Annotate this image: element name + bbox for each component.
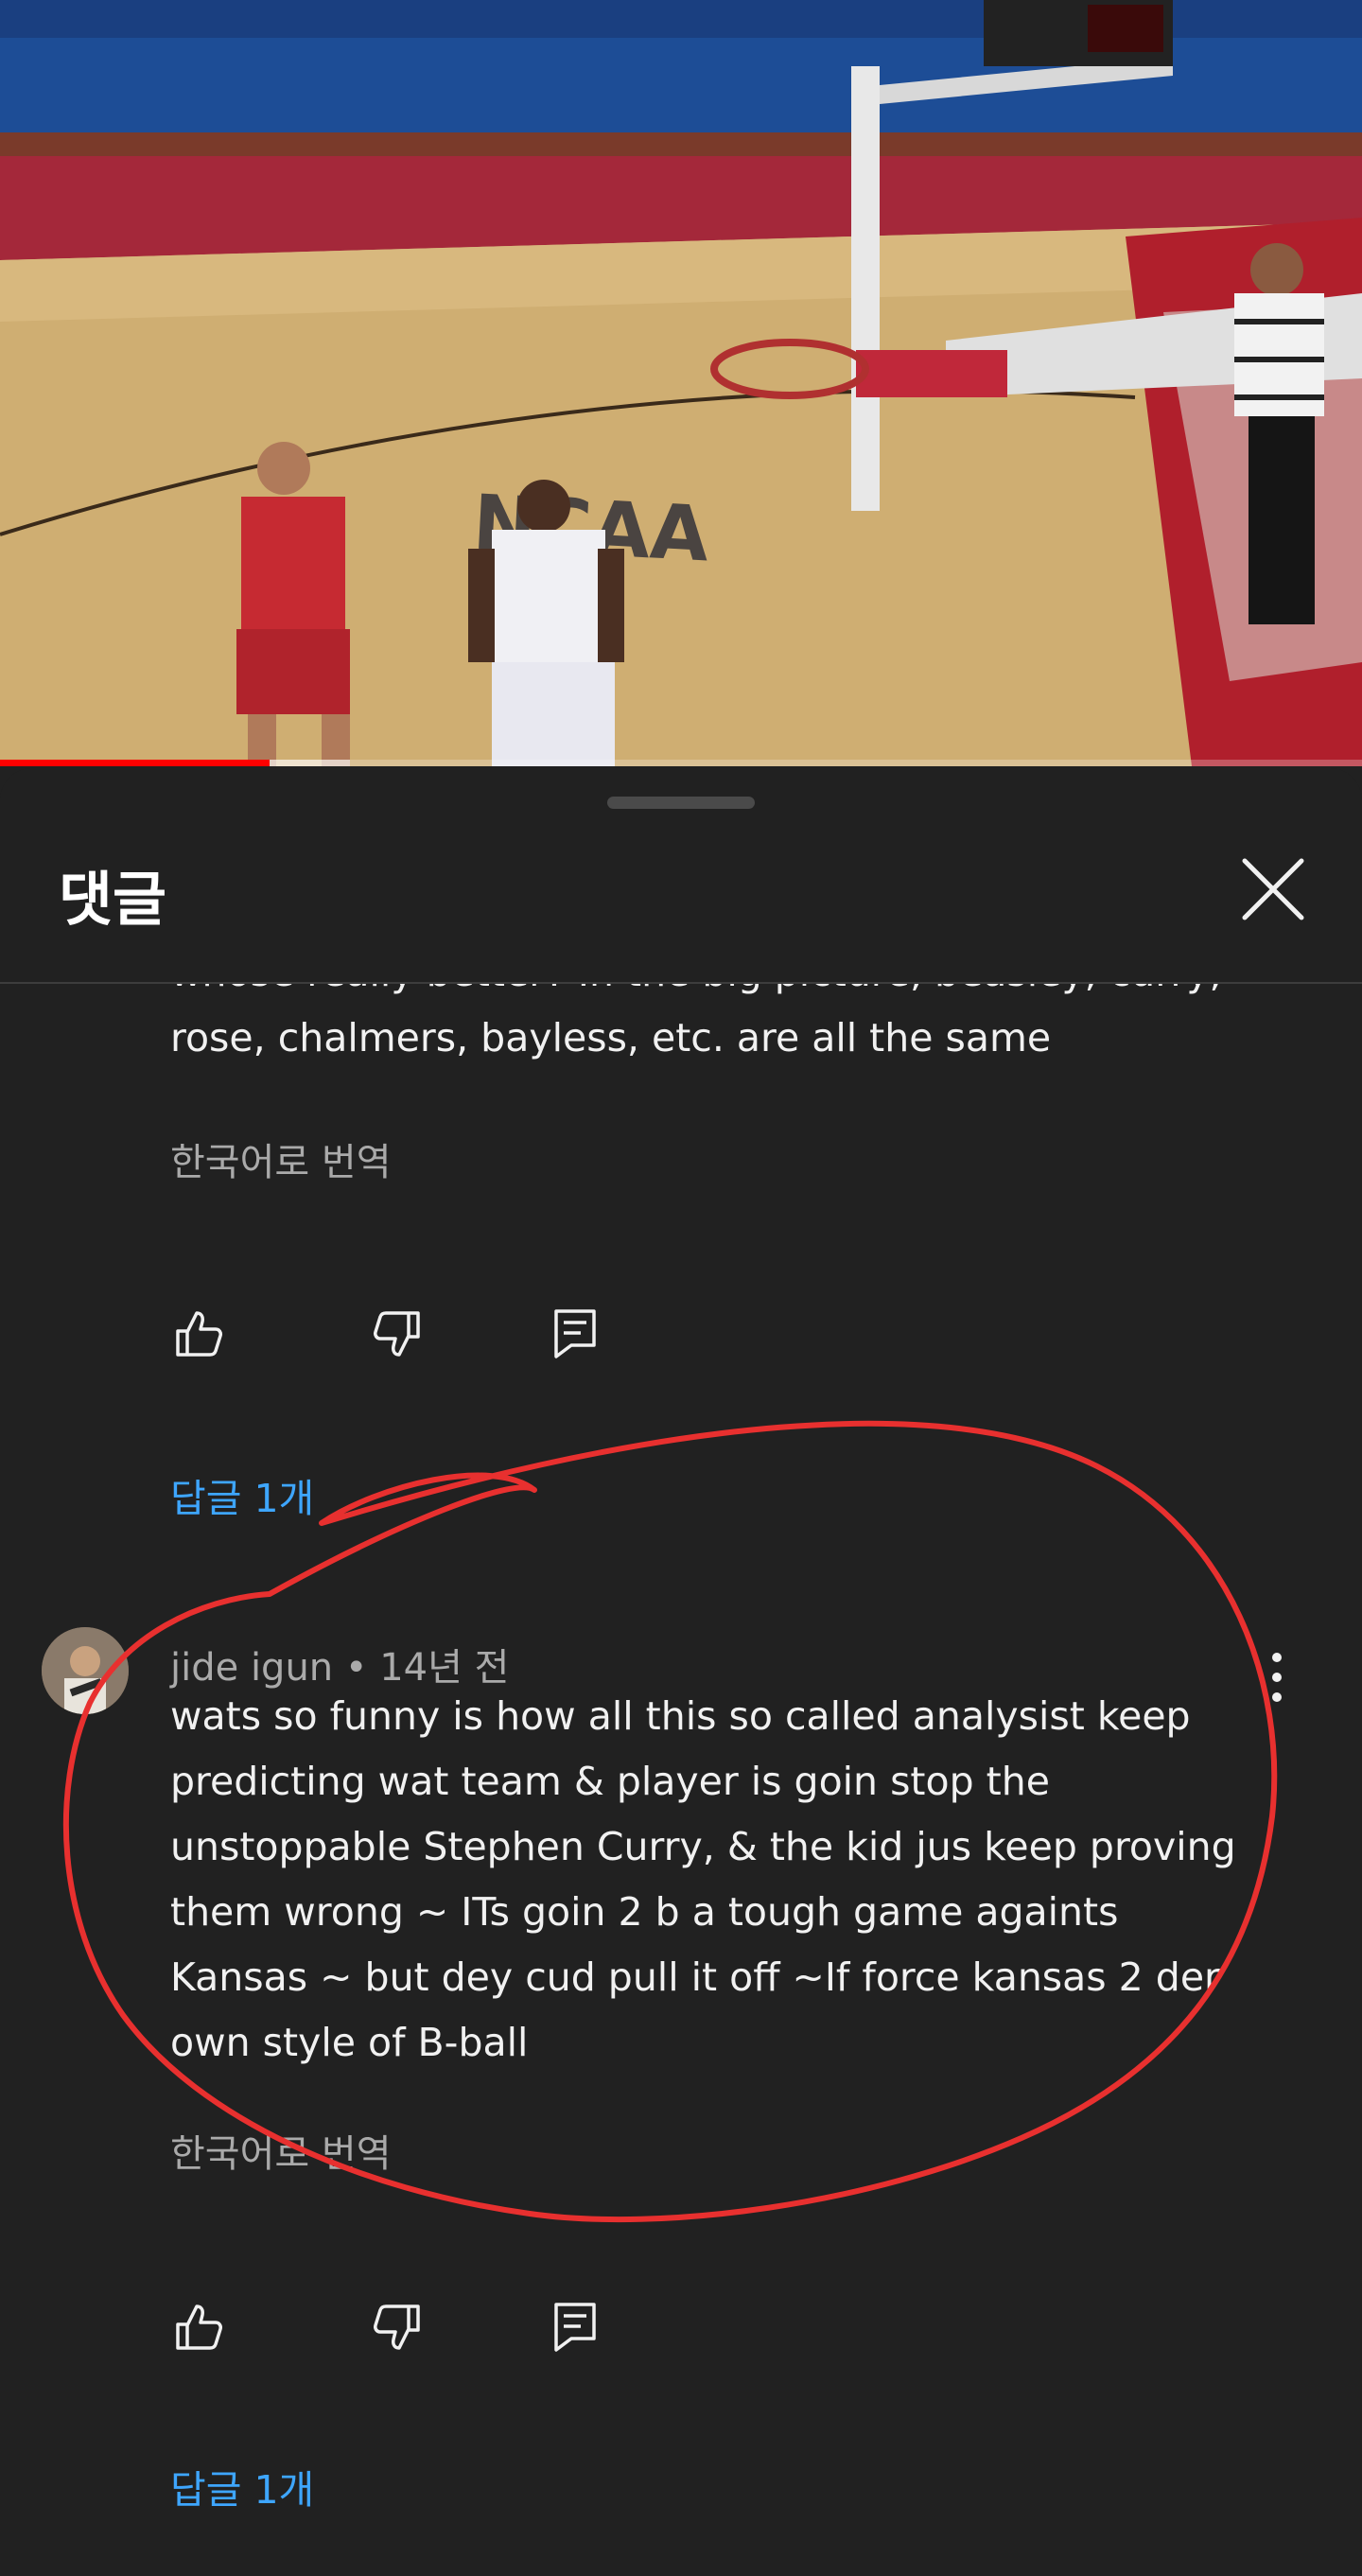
reply-icon [554, 1309, 596, 1358]
video-progress-fill [0, 760, 271, 766]
sheet-header: 댓글 [0, 768, 1362, 984]
close-button[interactable] [1237, 853, 1309, 925]
video-progress-bar[interactable] [0, 760, 1362, 766]
reply-button[interactable] [547, 1304, 603, 1360]
avatar[interactable] [42, 1627, 129, 1714]
thumbs-down-icon [374, 1311, 420, 1357]
like-button[interactable] [170, 1306, 227, 1362]
comment-list[interactable]: whose really better? In the big picture,… [0, 982, 1362, 2576]
avatar-image [42, 1627, 129, 1714]
translate-button[interactable]: 한국어로 번역 [170, 1131, 392, 1186]
comments-sheet: 댓글 whose really better? In the big pictu… [0, 768, 1362, 2576]
video-player[interactable]: NCAA [0, 0, 1362, 766]
comment-text: whose really better? In the big picture,… [170, 982, 1222, 1060]
thumbs-up-icon [176, 2304, 222, 2350]
reply-icon [554, 2303, 596, 2352]
replies-link[interactable]: 답글 1개 [170, 2458, 314, 2515]
sheet-title: 댓글 [59, 865, 167, 934]
thumbs-down-icon [374, 2304, 420, 2350]
close-icon [1242, 858, 1304, 920]
translate-button[interactable]: 한국어로 번역 [170, 2123, 392, 2178]
dislike-button[interactable] [369, 2299, 426, 2356]
drag-handle[interactable] [607, 797, 755, 809]
thumbs-up-icon [176, 1311, 222, 1357]
like-button[interactable] [170, 2299, 227, 2356]
replies-link[interactable]: 답글 1개 [170, 1466, 314, 1523]
dislike-button[interactable] [369, 1306, 426, 1362]
comment-text: wats so funny is how all this so called … [170, 1693, 1236, 2065]
reply-button[interactable] [547, 2297, 603, 2354]
video-frame: NCAA [0, 0, 1362, 766]
